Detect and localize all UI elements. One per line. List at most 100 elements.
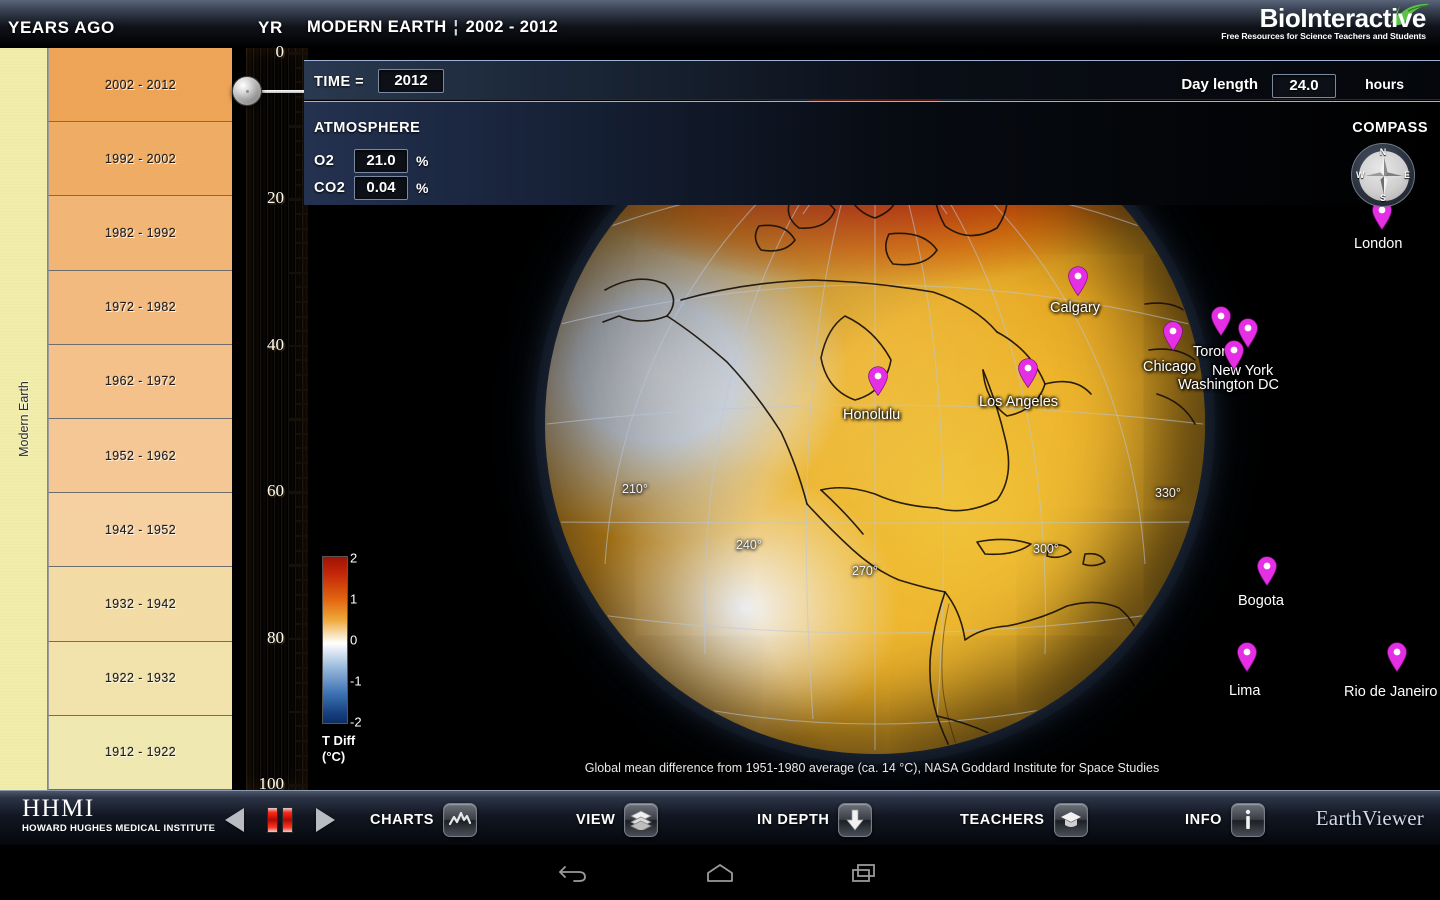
city-label: Los Angeles xyxy=(979,394,1059,410)
city-label: Rio de Janeiro xyxy=(1344,684,1438,700)
teachers-button[interactable]: TEACHERS xyxy=(960,800,1088,840)
pause-button[interactable] xyxy=(267,807,293,833)
timeline-block-label: 1912 - 1922 xyxy=(104,745,177,760)
colorbar-tick-label: 1 xyxy=(350,591,358,607)
colorbar-gradient xyxy=(322,556,348,724)
city-pin-marker[interactable] xyxy=(1210,306,1232,337)
biointeractive-logo: BioInteractive Free Resources for Scienc… xyxy=(1221,3,1434,46)
city-pin-marker[interactable] xyxy=(1067,266,1089,297)
app-name: EarthViewer xyxy=(1315,806,1424,830)
charts-button[interactable]: CHARTS xyxy=(370,800,478,840)
city-label: Washington DC xyxy=(1178,377,1280,393)
o2-label: O2 xyxy=(314,153,335,169)
hhmi-acronym: HHMI xyxy=(22,795,95,822)
o2-unit: % xyxy=(416,153,429,169)
longitude-label: 330° xyxy=(1155,486,1181,500)
timeline-block[interactable]: 1982 - 1992 xyxy=(48,196,232,271)
layers-icon xyxy=(624,803,659,837)
city-label: London xyxy=(1354,236,1403,252)
timeline-block-label: 2002 - 2012 xyxy=(104,77,177,92)
timeline-block-label: 1982 - 1992 xyxy=(104,225,177,240)
city-pin-marker[interactable] xyxy=(1017,358,1039,389)
timeline-block[interactable]: 1962 - 1972 xyxy=(48,344,232,419)
timeline-block[interactable]: 1912 - 1922 xyxy=(48,715,232,790)
page-title: MODERN EARTH ¦ 2002 - 2012 xyxy=(307,18,558,37)
timeline-block-label: 1962 - 1972 xyxy=(104,374,177,389)
yr-label: YR xyxy=(258,18,283,37)
view-label: VIEW xyxy=(576,812,616,828)
timeline-panel[interactable]: Modern Earth 2002 - 2012 1992 - 2002 1982 … xyxy=(0,48,232,790)
in-depth-button[interactable]: IN DEPTH xyxy=(757,800,873,840)
o2-value[interactable]: 21.0 xyxy=(354,149,408,173)
city-pin-marker[interactable] xyxy=(1236,642,1258,673)
temperature-colorbar: 2 1 0 -1 -2 T Diff (°C) xyxy=(322,551,422,786)
compass-west: W xyxy=(1356,170,1365,180)
city-pin-marker[interactable] xyxy=(1162,321,1184,352)
city-label: Bogota xyxy=(1238,593,1284,609)
era-title-prefix: MODERN EARTH xyxy=(307,18,447,36)
timeline-block[interactable]: 1932 - 1942 xyxy=(48,567,232,642)
ruler-number: 80 xyxy=(267,627,284,647)
ruler-number: 40 xyxy=(267,334,284,354)
timeline-block-label: 1952 - 1962 xyxy=(104,448,177,463)
timeline-block[interactable]: 2002 - 2012 xyxy=(48,48,232,123)
time-label: TIME = xyxy=(314,74,365,90)
colorbar-title: T Diff xyxy=(322,733,356,748)
view-button[interactable]: VIEW xyxy=(576,800,659,840)
timeline-block[interactable]: 1952 - 1962 xyxy=(48,418,232,494)
ruler-number: 20 xyxy=(267,188,284,208)
timeline-block[interactable]: 1992 - 2002 xyxy=(48,122,232,197)
city-label: Chicago xyxy=(1143,359,1197,375)
city-label: Lima xyxy=(1229,683,1261,699)
playback-controls xyxy=(225,805,335,835)
colorbar-unit: (°C) xyxy=(322,749,346,764)
chart-line-icon xyxy=(443,803,478,837)
brand-name: BioInteractive xyxy=(1259,3,1427,33)
longitude-label: 270° xyxy=(852,564,878,578)
colorbar-tick-label: -2 xyxy=(350,714,362,730)
timeline-block[interactable]: 1972 - 1982 xyxy=(48,270,232,345)
colorbar-tick-label: 0 xyxy=(350,632,358,648)
co2-value[interactable]: 0.04 xyxy=(354,176,408,200)
info-button[interactable]: INFO xyxy=(1185,800,1266,840)
back-icon[interactable] xyxy=(540,853,610,893)
time-value[interactable]: 2012 xyxy=(378,69,444,93)
longitude-label: 210° xyxy=(622,482,648,496)
hhmi-logo: HHMI HOWARD HUGHES MEDICAL INSTITUTE xyxy=(22,795,215,835)
timeline-block-list: 2002 - 2012 1992 - 2002 1982 - 1992 1972 - … xyxy=(48,48,232,790)
year-ruler[interactable]: 0 20 40 60 80 100 xyxy=(232,42,308,793)
brand-tagline: Free Resources for Science Teachers and … xyxy=(1221,31,1426,41)
co2-unit: % xyxy=(416,180,429,196)
info-label: INFO xyxy=(1185,812,1223,828)
compass-title: COMPASS xyxy=(1352,120,1428,136)
compass-east: E xyxy=(1403,170,1410,180)
day-length-value[interactable]: 24.0 xyxy=(1272,74,1336,98)
recent-apps-icon[interactable] xyxy=(830,853,900,893)
timeline-block-label: 1942 - 1952 xyxy=(104,522,177,537)
timeline-block[interactable]: 1922 - 1932 xyxy=(48,641,232,716)
earthviewer-app: YEARS AGO YR MODERN EARTH ¦ 2002 - 2012 … xyxy=(0,0,1440,900)
era-title-range: 2002 - 2012 xyxy=(465,18,559,36)
city-label: Honolulu xyxy=(843,407,901,423)
era-name-label: Modern Earth xyxy=(16,381,31,457)
teachers-label: TEACHERS xyxy=(960,812,1045,828)
hhmi-full-name: HOWARD HUGHES MEDICAL INSTITUTE xyxy=(22,823,216,834)
compass-south: S xyxy=(1379,193,1387,203)
home-icon[interactable] xyxy=(685,853,755,893)
city-pin-marker[interactable] xyxy=(1386,642,1408,673)
next-button[interactable] xyxy=(316,808,335,832)
co2-label: CO2 xyxy=(314,180,346,196)
globe-caption: Global mean difference from 1951-1980 av… xyxy=(584,761,1160,775)
colorbar-tick-label: -1 xyxy=(350,673,362,689)
timeline-block-label: 1932 - 1942 xyxy=(104,596,177,611)
timeline-block[interactable]: 1942 - 1952 xyxy=(48,493,232,568)
timeline-slider-knob[interactable] xyxy=(232,76,262,106)
top-bar: YEARS AGO YR MODERN EARTH ¦ 2002 - 2012 … xyxy=(0,0,1440,48)
city-pin-marker[interactable] xyxy=(1223,340,1245,371)
city-pin-marker[interactable] xyxy=(867,366,889,397)
compass-dial[interactable]: N E S W xyxy=(1351,143,1415,207)
city-pin-marker[interactable] xyxy=(1256,556,1278,587)
time-panel: TIME = 2012 xyxy=(304,60,1440,100)
era-title-separator: ¦ xyxy=(453,18,459,36)
previous-button[interactable] xyxy=(225,808,244,832)
